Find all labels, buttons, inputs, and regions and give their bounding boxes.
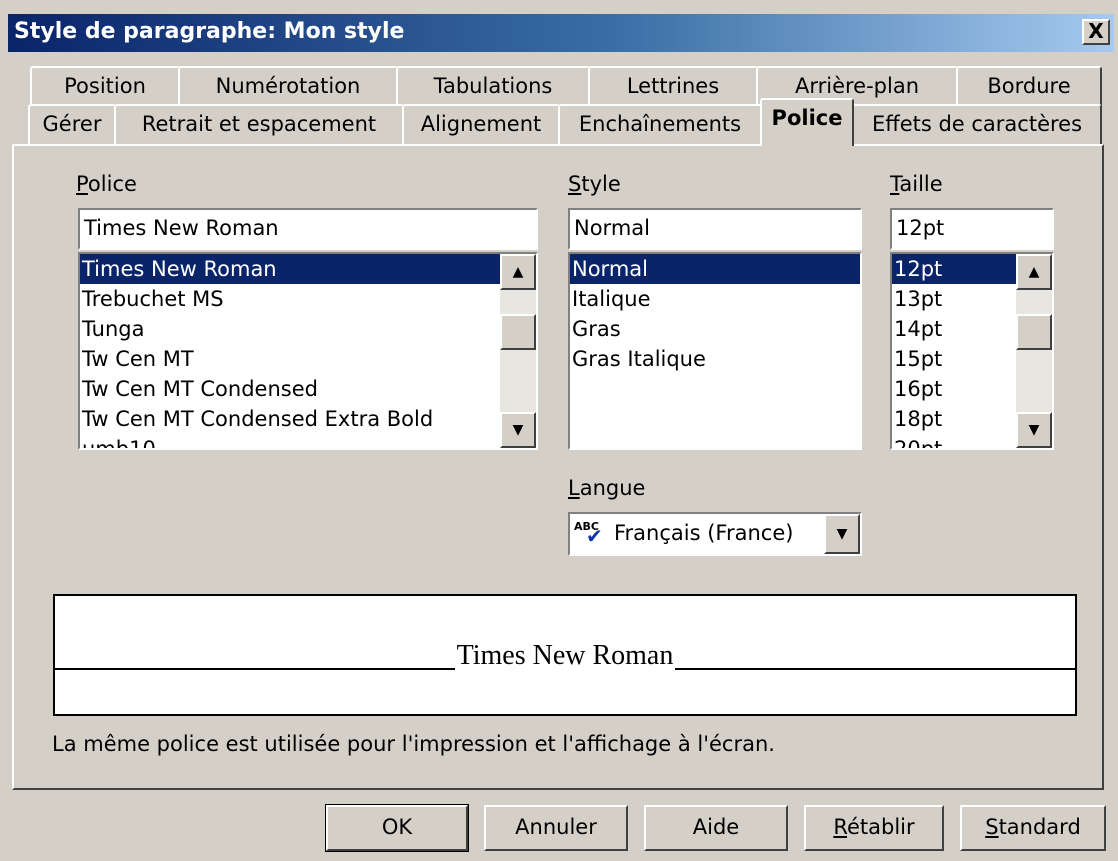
scroll-down-icon[interactable]: ▼: [1016, 412, 1052, 448]
scroll-up-icon[interactable]: ▲: [1016, 254, 1052, 290]
font-list-item[interactable]: Trebuchet MS: [80, 284, 536, 314]
size-label-mnemonic: T: [890, 172, 900, 196]
font-list-item[interactable]: Times New Roman: [80, 254, 500, 284]
ok-button[interactable]: OK: [325, 804, 469, 852]
font-list-item[interactable]: umb10: [80, 434, 536, 448]
title-bar[interactable]: Style de paragraphe: Mon style X: [8, 14, 1114, 52]
tab-lettrines[interactable]: Lettrines: [588, 66, 758, 106]
reset-button[interactable]: Rétablir: [804, 805, 944, 851]
style-list-item[interactable]: Gras: [570, 314, 860, 344]
scroll-up-icon[interactable]: ▲: [500, 254, 536, 290]
font-list-item[interactable]: Tw Cen MT Condensed: [80, 374, 536, 404]
cancel-button[interactable]: Annuler: [484, 805, 628, 851]
tab-effets-caracteres[interactable]: Effets de caractères: [852, 104, 1102, 144]
font-label-rest: olice: [87, 172, 137, 196]
size-list-item[interactable]: 12pt: [892, 254, 1016, 284]
standard-button[interactable]: Standard: [960, 805, 1106, 851]
size-input[interactable]: 12pt: [890, 208, 1054, 250]
tab-retrait-espacement[interactable]: Retrait et espacement: [114, 104, 404, 144]
size-list[interactable]: 12pt 13pt 14pt 15pt 16pt 18pt 20pt ▲ ▼: [890, 252, 1054, 450]
scroll-thumb[interactable]: [500, 314, 536, 350]
font-list-item[interactable]: Tw Cen MT: [80, 344, 536, 374]
spellcheck-icon: ✔: [586, 524, 603, 548]
style-input[interactable]: Normal: [568, 208, 862, 250]
style-list-item[interactable]: Italique: [570, 284, 860, 314]
help-button[interactable]: Aide: [644, 805, 788, 851]
language-label-rest: angue: [579, 476, 646, 500]
tab-police[interactable]: Police: [760, 98, 854, 146]
tab-alignement[interactable]: Alignement: [402, 104, 560, 144]
font-list-item[interactable]: Tunga: [80, 314, 536, 344]
font-label-mnemonic: P: [76, 172, 88, 196]
style-label: Style: [568, 172, 621, 196]
tab-tabulations[interactable]: Tabulations: [396, 66, 590, 106]
font-list-item[interactable]: Tw Cen MT Condensed Extra Bold: [80, 404, 536, 434]
tab-bordure[interactable]: Bordure: [956, 66, 1102, 106]
font-name-input[interactable]: Times New Roman: [78, 208, 538, 250]
language-value: Français (France): [614, 521, 794, 545]
reset-mnemonic: R: [833, 815, 847, 839]
style-list[interactable]: Normal Italique Gras Gras Italique: [568, 252, 862, 450]
language-label: Langue: [568, 476, 645, 500]
size-label: Taille: [890, 172, 943, 196]
scroll-thumb[interactable]: [1016, 314, 1052, 350]
info-text: La même police est utilisée pour l'impre…: [52, 732, 775, 756]
tab-position[interactable]: Position: [30, 66, 180, 106]
language-select[interactable]: ABC ✔ Français (France) ▼: [568, 512, 862, 556]
scroll-down-icon[interactable]: ▼: [500, 412, 536, 448]
reset-rest: établir: [847, 815, 915, 839]
dialog-window: Style de paragraphe: Mon style X Positio…: [0, 0, 1118, 861]
close-button[interactable]: X: [1082, 19, 1110, 45]
tab-gerer[interactable]: Gérer: [28, 104, 116, 144]
preview-text: Times New Roman: [454, 640, 676, 671]
font-list[interactable]: Times New Roman Trebuchet MS Tunga Tw Ce…: [78, 252, 538, 450]
style-label-mnemonic: S: [568, 172, 582, 196]
font-label: Police: [76, 172, 137, 196]
style-list-item[interactable]: Gras Italique: [570, 344, 860, 374]
standard-rest: tandard: [998, 815, 1081, 839]
language-label-mnemonic: L: [568, 476, 580, 500]
tab-enchainements[interactable]: Enchaînements: [558, 104, 762, 144]
font-list-scrollbar[interactable]: ▲ ▼: [500, 254, 536, 448]
style-list-item[interactable]: Normal: [570, 254, 860, 284]
size-label-rest: aille: [899, 172, 943, 196]
tab-numerotation[interactable]: Numérotation: [178, 66, 398, 106]
chevron-down-icon[interactable]: ▼: [824, 514, 860, 554]
font-preview: Times New Roman: [53, 594, 1077, 716]
window-title: Style de paragraphe: Mon style: [14, 19, 405, 44]
preview-text-wrap: Times New Roman: [55, 640, 1075, 672]
standard-mnemonic: S: [985, 815, 999, 839]
size-list-scrollbar[interactable]: ▲ ▼: [1016, 254, 1052, 448]
style-label-rest: tyle: [581, 172, 621, 196]
